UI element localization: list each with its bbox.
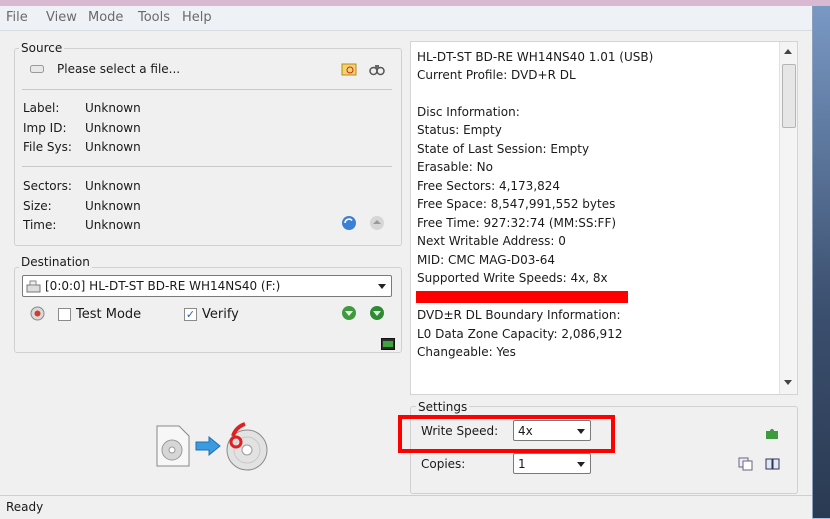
menu-bar: File View Mode Tools Help — [0, 6, 812, 31]
eject-icon[interactable] — [369, 215, 385, 231]
info-line-status: Status: Empty — [417, 123, 502, 137]
test-mode-checkbox[interactable] — [58, 308, 71, 321]
scroll-down-icon[interactable] — [783, 378, 793, 386]
menu-help[interactable]: Help — [182, 10, 212, 25]
source-divider-2 — [22, 166, 392, 167]
destination-drive-select[interactable]: [0:0:0] HL-DT-ST BD-RE WH14NS40 (F:) — [22, 275, 392, 297]
window-top-edge — [0, 0, 830, 6]
menu-tools[interactable]: Tools — [138, 10, 170, 25]
copies-label: Copies: — [421, 457, 466, 471]
info-line-free-sectors: Free Sectors: 4,173,824 — [417, 179, 561, 193]
status-bar: Ready — [0, 495, 812, 519]
destination-legend: Destination — [19, 255, 92, 269]
file-to-disc-graphic[interactable] — [155, 418, 270, 474]
info-line-free-time: Free Time: 927:32:74 (MM:SS:FF) — [417, 216, 617, 230]
file-sys-label: File Sys: — [23, 140, 72, 154]
status-text: Ready — [6, 500, 44, 514]
desktop-background — [813, 0, 830, 518]
image-file-icon — [155, 424, 191, 468]
browse-folder-icon[interactable] — [341, 61, 357, 77]
info-line-disc-info: Disc Information: — [417, 105, 520, 119]
info-scroll-thumb[interactable] — [782, 64, 796, 128]
time-label: Time: — [23, 218, 57, 232]
source-divider-1 — [22, 89, 392, 90]
info-line-device: HL-DT-ST BD-RE WH14NS40 1.01 (USB) — [417, 50, 654, 64]
chevron-down-icon — [577, 461, 585, 467]
copies-value: 1 — [518, 456, 526, 471]
info-line-mid: MID: CMC MAG-D03-64 — [417, 253, 556, 267]
device-info-panel[interactable]: HL-DT-ST BD-RE WH14NS40 1.01 (USB) Curre… — [410, 41, 798, 395]
info-scrollbar[interactable] — [779, 42, 797, 394]
label-label: Label: — [23, 101, 60, 115]
verify-label: Verify — [202, 307, 239, 322]
scroll-up-icon[interactable] — [783, 47, 793, 55]
disc-info-icon[interactable] — [30, 306, 45, 321]
info-line-l0-capacity: L0 Data Zone Capacity: 2,086,912 — [417, 327, 623, 341]
info-line-free-space: Free Space: 8,547,991,552 bytes — [417, 197, 616, 211]
info-line-changeable: Changeable: Yes — [417, 345, 516, 359]
book-icon[interactable] — [765, 457, 781, 471]
info-line-write-speeds: Supported Write Speeds: 4x, 8x — [417, 271, 608, 285]
menu-file[interactable]: File — [6, 10, 28, 25]
imp-id-label: Imp ID: — [23, 121, 67, 135]
info-line-erasable: Erasable: No — [417, 160, 493, 174]
time-value: Unknown — [85, 218, 141, 232]
log-icon[interactable] — [381, 338, 395, 350]
size-label: Size: — [23, 199, 52, 213]
imgburn-window: File View Mode Tools Help Source Please … — [0, 6, 813, 519]
copies-select[interactable]: 1 — [513, 453, 591, 474]
file-sys-value: Unknown — [85, 140, 141, 154]
menu-mode[interactable]: Mode — [88, 10, 123, 25]
write-queue-icon[interactable] — [369, 305, 385, 321]
sectors-value: Unknown — [85, 179, 141, 193]
imp-id-value: Unknown — [85, 121, 141, 135]
highlight-bar — [416, 291, 628, 303]
label-value: Unknown — [85, 101, 141, 115]
info-line-boundary: DVD±R DL Boundary Information: — [417, 308, 621, 322]
file-icon — [30, 63, 44, 75]
copy-icon[interactable] — [738, 457, 754, 471]
info-line-next-writable: Next Writable Address: 0 — [417, 234, 566, 248]
chevron-down-icon — [378, 284, 386, 289]
destination-drive-value: [0:0:0] HL-DT-ST BD-RE WH14NS40 (F:) — [45, 279, 281, 293]
burn-disc-icon — [223, 420, 269, 472]
arrow-right-icon — [195, 436, 221, 456]
binoculars-icon[interactable] — [369, 61, 385, 77]
sectors-label: Sectors: — [23, 179, 72, 193]
settings-legend: Settings — [416, 400, 470, 414]
refresh-icon[interactable] — [341, 215, 357, 231]
drive-icon — [26, 279, 41, 293]
size-value: Unknown — [85, 199, 141, 213]
source-legend: Source — [19, 41, 65, 55]
verify-checkbox[interactable]: ✓ — [184, 308, 197, 321]
menu-view[interactable]: View — [46, 10, 77, 25]
test-mode-label: Test Mode — [76, 307, 142, 322]
info-line-profile: Current Profile: DVD+R DL — [417, 68, 576, 82]
write-speed-highlight-box — [398, 415, 615, 453]
info-line-last-session: State of Last Session: Empty — [417, 142, 590, 156]
puzzle-icon[interactable] — [764, 425, 780, 441]
source-file-input[interactable]: Please select a file... — [57, 62, 180, 76]
write-icon[interactable] — [341, 305, 357, 321]
